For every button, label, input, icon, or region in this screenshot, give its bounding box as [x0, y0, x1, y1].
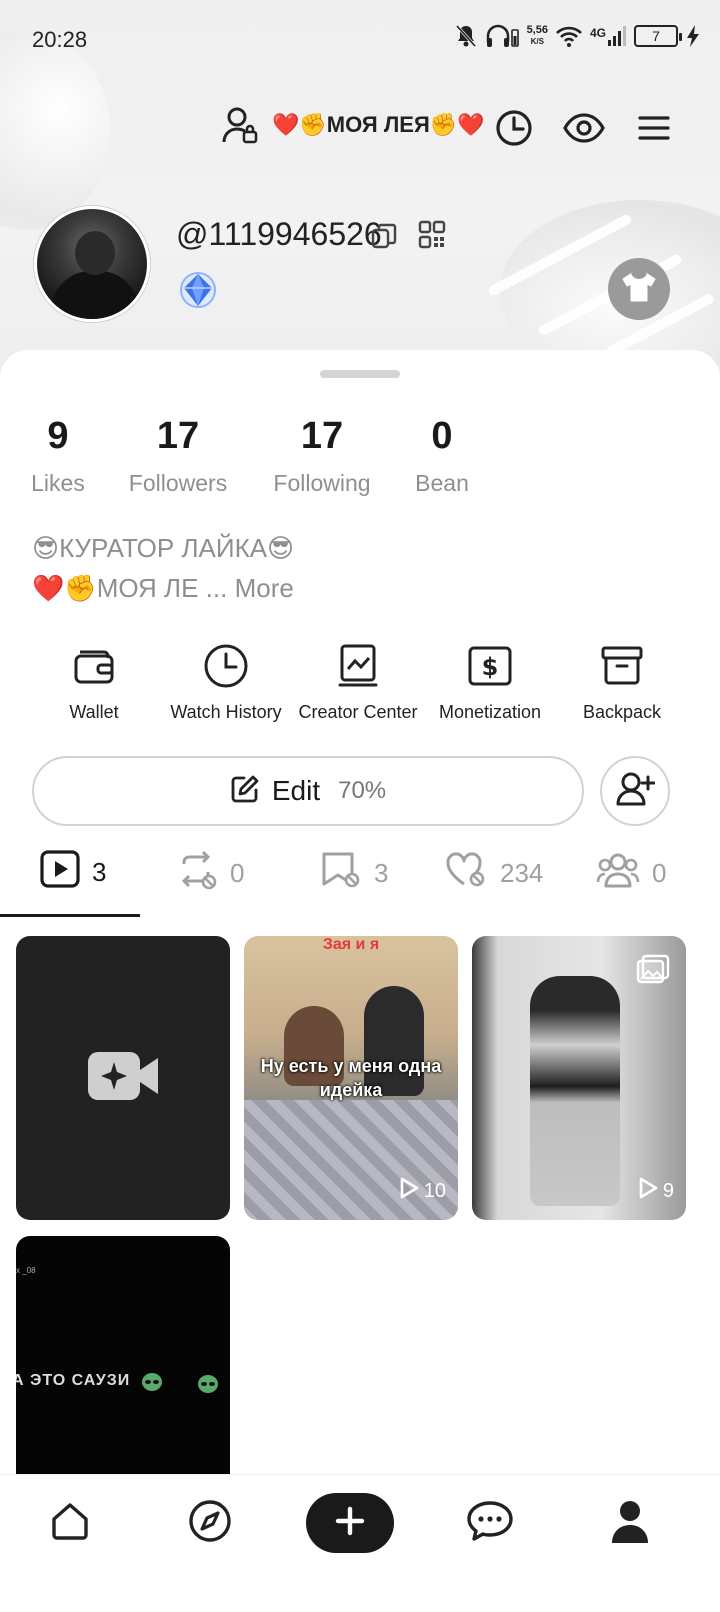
- add-user-icon: [615, 771, 656, 812]
- mute-bell-icon: [455, 24, 477, 48]
- group-icon: [596, 850, 640, 897]
- wifi-icon: [556, 25, 582, 47]
- eye-icon[interactable]: [562, 108, 606, 153]
- active-tab-indicator: [0, 914, 140, 917]
- status-bar: 20:28 5,56 K/S 4G 7: [0, 0, 720, 80]
- creator-tools: Wallet Watch History Creator Center $ Mo…: [0, 640, 720, 730]
- battery-indicator: 7: [634, 25, 682, 47]
- tool-monetization[interactable]: $ Monetization: [420, 640, 560, 723]
- play-icon: [637, 1176, 659, 1206]
- display-name[interactable]: ❤️✊МОЯ ЛЕЯ✊❤️: [272, 112, 485, 138]
- plus-icon: [334, 1505, 366, 1542]
- tab-videos[interactable]: 3: [40, 850, 106, 895]
- compass-icon[interactable]: [188, 1499, 232, 1548]
- box-icon: [552, 640, 692, 692]
- cell-signal-icon: 4G: [590, 26, 626, 46]
- home-icon[interactable]: [48, 1499, 92, 1548]
- play-count: 10: [398, 1176, 446, 1206]
- svg-text:$: $: [482, 653, 499, 681]
- video-camera-icon: [86, 1048, 160, 1109]
- video-thumbnail[interactable]: 9: [472, 936, 686, 1220]
- status-icons: 5,56 K/S 4G 7: [455, 24, 700, 48]
- bookmark-hidden-icon: [320, 850, 362, 897]
- edit-profile-button[interactable]: Edit 70%: [32, 756, 584, 826]
- create-post-button[interactable]: [306, 1493, 394, 1553]
- headphones-icon: [485, 24, 519, 48]
- tab-groups[interactable]: 0: [596, 850, 666, 897]
- add-friend-button[interactable]: [600, 756, 670, 826]
- copy-icon[interactable]: [370, 222, 398, 255]
- profile-completion: 70%: [338, 777, 387, 804]
- edit-label: Edit: [271, 775, 321, 806]
- video-tab-icon: [40, 850, 80, 895]
- profile-bio[interactable]: 😎КУРАТОР ЛАЙКА😎 ❤️✊МОЯ ЛЕ ... More: [32, 528, 294, 608]
- bottom-navigation: [0, 1474, 720, 1612]
- account-switch-icon[interactable]: [222, 106, 260, 151]
- profile-icon[interactable]: [608, 1499, 652, 1550]
- image-gallery-icon: [636, 954, 670, 989]
- dollar-icon: $: [420, 640, 560, 692]
- alien-emoji-icon: [142, 1373, 162, 1391]
- play-count: 9: [637, 1176, 674, 1206]
- stat-following[interactable]: 17 Following: [268, 412, 376, 497]
- create-video-tile[interactable]: [16, 936, 230, 1220]
- t-shirt-icon: [620, 270, 658, 309]
- play-icon: [398, 1176, 420, 1206]
- wallet-icon: [24, 640, 164, 692]
- profile-top-bar: ❤️✊МОЯ ЛЕЯ✊❤️: [0, 100, 720, 156]
- clock-icon: [156, 640, 296, 692]
- profile-stats: 9 Likes 17 Followers 17 Following 0 Bean: [0, 412, 720, 502]
- bio-more-link[interactable]: More: [235, 573, 294, 603]
- outfit-button[interactable]: [608, 258, 670, 320]
- profile-sheet: 9 Likes 17 Followers 17 Following 0 Bean…: [0, 350, 720, 1612]
- level-badge-icon[interactable]: [178, 270, 218, 310]
- clock-icon[interactable]: [494, 108, 534, 153]
- tool-backpack[interactable]: Backpack: [552, 640, 692, 723]
- alien-emoji-icon: [198, 1375, 218, 1393]
- charging-icon: [686, 25, 700, 47]
- video-thumbnail[interactable]: Зая и я Ну есть у меня одна идейка 10: [244, 936, 458, 1220]
- user-handle: @1119946526: [176, 216, 382, 252]
- menu-icon[interactable]: [636, 108, 672, 153]
- stat-likes[interactable]: 9 Likes: [30, 412, 86, 497]
- qr-code-icon[interactable]: [418, 220, 446, 255]
- content-tabs: 3 0 3 234 0: [0, 842, 720, 920]
- tool-creator-center[interactable]: Creator Center: [288, 640, 428, 723]
- network-speed: 5,56 K/S: [526, 24, 548, 47]
- video-thumbnail[interactable]: x _08 А ЭТО САУЗИ: [16, 1236, 230, 1476]
- chart-icon: [288, 640, 428, 692]
- sheet-grabber[interactable]: [320, 370, 400, 378]
- status-time: 20:28: [32, 27, 88, 52]
- repost-hidden-icon: [176, 850, 218, 897]
- stat-bean[interactable]: 0 Bean: [412, 412, 472, 497]
- tool-watch-history[interactable]: Watch History: [156, 640, 296, 723]
- tool-wallet[interactable]: Wallet: [24, 640, 164, 723]
- tab-reposts[interactable]: 0: [176, 850, 244, 897]
- avatar[interactable]: [34, 206, 150, 322]
- heart-hidden-icon: [444, 850, 488, 897]
- edit-pencil-icon: [230, 774, 260, 809]
- tab-favorites[interactable]: 3: [320, 850, 388, 897]
- messages-icon[interactable]: [466, 1499, 514, 1548]
- stat-followers[interactable]: 17 Followers: [124, 412, 232, 497]
- tab-liked[interactable]: 234: [444, 850, 543, 897]
